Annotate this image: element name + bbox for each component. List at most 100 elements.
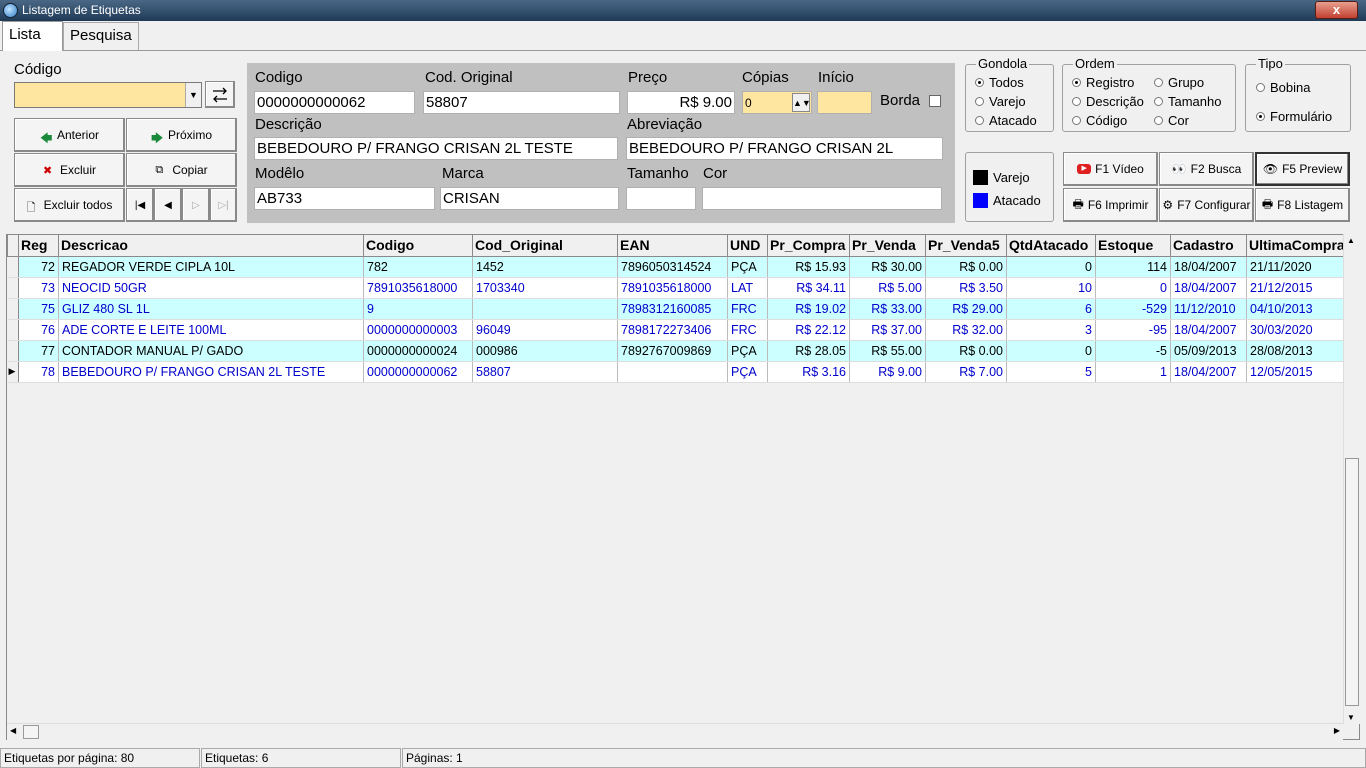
col-header[interactable]: EAN (617, 235, 728, 257)
cell-estoque[interactable]: -529 (1095, 298, 1171, 320)
col-header[interactable]: QtdAtacado (1006, 235, 1096, 257)
scroll-left-icon[interactable]: ◀ (10, 726, 16, 735)
f8-listagem-button[interactable]: 🖶 F8 Listagem (1255, 188, 1350, 222)
form-preco-field[interactable]: R$ 9.00 (627, 91, 735, 114)
copiar-button[interactable]: ⧉ Copiar (126, 153, 237, 187)
scroll-up-icon[interactable]: ▲ (1347, 236, 1355, 245)
cell-qtd[interactable]: 10 (1006, 277, 1096, 299)
cell-desc[interactable]: CONTADOR MANUAL P/ GADO (58, 340, 364, 362)
borda-checkbox[interactable] (929, 95, 941, 107)
cell-venda5[interactable]: R$ 7.00 (925, 361, 1007, 383)
cell-venda5[interactable]: R$ 29.00 (925, 298, 1007, 320)
col-header[interactable]: Descricao (58, 235, 364, 257)
cell-venda[interactable]: R$ 9.00 (849, 361, 926, 383)
row-indicator[interactable] (7, 256, 19, 278)
f2-busca-button[interactable]: 👀 F2 Busca (1159, 152, 1254, 186)
row-indicator[interactable] (7, 340, 19, 362)
row-indicator[interactable] (7, 298, 19, 320)
cell-und[interactable]: PÇA (727, 361, 768, 383)
excluir-todos-button[interactable]: 🗋 Excluir todos (14, 188, 125, 222)
cell-compra[interactable]: R$ 34.11 (767, 277, 850, 299)
cell-desc[interactable]: BEBEDOURO P/ FRANGO CRISAN 2L TESTE (58, 361, 364, 383)
scroll-down-icon[interactable]: ▼ (1347, 713, 1355, 722)
cell-orig[interactable]: 96049 (472, 319, 618, 341)
cell-venda5[interactable]: R$ 0.00 (925, 340, 1007, 362)
ordem-option-tamanho[interactable]: Tamanho (1154, 94, 1221, 109)
form-codigo-field[interactable]: 0000000000062 (254, 91, 415, 114)
cell-venda[interactable]: R$ 37.00 (849, 319, 926, 341)
cell-venda[interactable]: R$ 55.00 (849, 340, 926, 362)
cell-ean[interactable] (617, 361, 728, 383)
cell-compra[interactable]: R$ 15.93 (767, 256, 850, 278)
col-header[interactable]: UltimaCompra (1246, 235, 1348, 257)
last-button[interactable]: ▷| (210, 188, 237, 222)
proximo-button[interactable]: 🡆 Próximo (126, 118, 237, 152)
col-header[interactable]: UND (727, 235, 768, 257)
table-row[interactable]: 76 ADE CORTE E LEITE 100ML 0000000000003 96… (7, 319, 1348, 341)
cell-estoque[interactable]: 1 (1095, 361, 1171, 383)
cell-orig[interactable]: 1703340 (472, 277, 618, 299)
tipo-option-formulario[interactable]: Formulário (1256, 109, 1332, 124)
current-row-indicator-icon[interactable]: ▶ (7, 361, 19, 383)
cell-ean[interactable]: 7896050314524 (617, 256, 728, 278)
cell-desc[interactable]: REGADOR VERDE CIPLA 10L (58, 256, 364, 278)
form-inicio-field[interactable] (817, 91, 872, 114)
data-grid[interactable]: Reg Descricao Codigo Cod_Original EAN UN… (6, 234, 1360, 740)
cell-cadastro[interactable]: 05/09/2013 (1170, 340, 1247, 362)
cell-cod[interactable]: 0000000000062 (363, 361, 473, 383)
cell-und[interactable]: FRC (727, 298, 768, 320)
cell-und[interactable]: FRC (727, 319, 768, 341)
col-header[interactable]: Codigo (363, 235, 473, 257)
ordem-option-registro[interactable]: Registro (1072, 75, 1134, 90)
cell-qtd[interactable]: 5 (1006, 361, 1096, 383)
cell-cod[interactable]: 782 (363, 256, 473, 278)
ordem-option-descricao[interactable]: Descrição (1072, 94, 1144, 109)
cell-compra[interactable]: R$ 22.12 (767, 319, 850, 341)
cell-reg[interactable]: 73 (18, 277, 59, 299)
cell-venda[interactable]: R$ 30.00 (849, 256, 926, 278)
col-header[interactable]: Pr_Compra (767, 235, 850, 257)
vertical-scrollbar[interactable]: ▲ ▼ (1343, 234, 1360, 724)
gondola-option-varejo[interactable]: Varejo (975, 94, 1026, 109)
cell-orig[interactable]: 000986 (472, 340, 618, 362)
cell-compra[interactable]: R$ 3.16 (767, 361, 850, 383)
ordem-option-cor[interactable]: Cor (1154, 113, 1189, 128)
form-modelo-field[interactable]: AB733 (254, 187, 435, 210)
next-button[interactable]: ▷ (182, 188, 210, 222)
cell-venda[interactable]: R$ 33.00 (849, 298, 926, 320)
cell-ultima[interactable]: 04/10/2013 (1246, 298, 1348, 320)
gondola-option-atacado[interactable]: Atacado (975, 113, 1037, 128)
ordem-option-grupo[interactable]: Grupo (1154, 75, 1204, 90)
chevron-down-icon[interactable]: ▼ (185, 83, 201, 107)
tipo-option-bobina[interactable]: Bobina (1256, 80, 1310, 95)
cell-desc[interactable]: NEOCID 50GR (58, 277, 364, 299)
cell-venda5[interactable]: R$ 3.50 (925, 277, 1007, 299)
cell-orig[interactable] (472, 298, 618, 320)
f5-preview-button[interactable]: 👁 F5 Preview (1255, 152, 1350, 186)
cell-compra[interactable]: R$ 28.05 (767, 340, 850, 362)
cell-estoque[interactable]: -5 (1095, 340, 1171, 362)
cell-cadastro[interactable]: 11/12/2010 (1170, 298, 1247, 320)
cell-desc[interactable]: GLIZ 480 SL 1L (58, 298, 364, 320)
cell-estoque[interactable]: 0 (1095, 277, 1171, 299)
cell-qtd[interactable]: 6 (1006, 298, 1096, 320)
form-descricao-field[interactable]: BEBEDOURO P/ FRANGO CRISAN 2L TESTE (254, 137, 618, 160)
cell-cod[interactable]: 0000000000003 (363, 319, 473, 341)
cell-reg[interactable]: 72 (18, 256, 59, 278)
cell-estoque[interactable]: -95 (1095, 319, 1171, 341)
cell-ean[interactable]: 7891035618000 (617, 277, 728, 299)
horizontal-scrollbar[interactable]: ◀ ▶ (7, 723, 1343, 740)
f6-imprimir-button[interactable]: 🖶 F6 Imprimir (1063, 188, 1158, 222)
cell-orig[interactable]: 58807 (472, 361, 618, 383)
table-row[interactable]: 72 REGADOR VERDE CIPLA 10L 782 1452 78960503… (7, 256, 1348, 278)
f1-video-button[interactable]: ▶ F1 Vídeo (1063, 152, 1158, 186)
gondola-option-todos[interactable]: Todos (975, 75, 1024, 90)
col-header[interactable]: Pr_Venda5 (925, 235, 1007, 257)
cell-reg[interactable]: 77 (18, 340, 59, 362)
close-button[interactable]: x (1315, 1, 1358, 19)
swap-button[interactable] (205, 81, 235, 108)
cell-qtd[interactable]: 3 (1006, 319, 1096, 341)
form-cor-field[interactable] (702, 187, 942, 210)
form-marca-field[interactable]: CRISAN (440, 187, 619, 210)
cell-cod[interactable]: 9 (363, 298, 473, 320)
